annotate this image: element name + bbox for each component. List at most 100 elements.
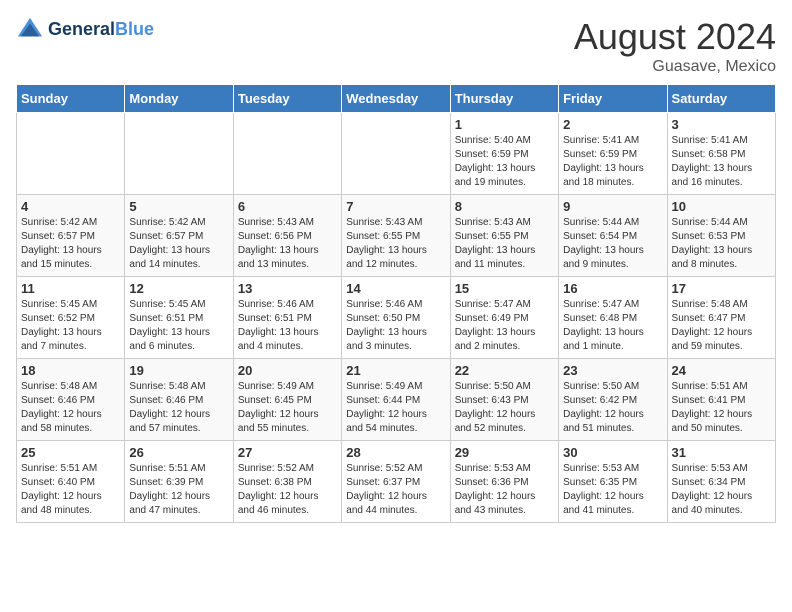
day-info: Sunrise: 5:48 AM Sunset: 6:46 PM Dayligh… <box>129 380 228 436</box>
day-number: 5 <box>129 199 228 214</box>
day-number: 9 <box>563 199 662 214</box>
day-info: Sunrise: 5:45 AM Sunset: 6:52 PM Dayligh… <box>21 298 120 354</box>
day-number: 25 <box>21 445 120 460</box>
logo-text-line1: GeneralBlue <box>48 20 154 40</box>
day-info: Sunrise: 5:44 AM Sunset: 6:54 PM Dayligh… <box>563 216 662 272</box>
day-info: Sunrise: 5:42 AM Sunset: 6:57 PM Dayligh… <box>129 216 228 272</box>
header: GeneralBlue August 2024 Guasave, Mexico <box>16 16 776 76</box>
day-number: 11 <box>21 281 120 296</box>
day-number: 22 <box>455 363 554 378</box>
day-number: 3 <box>672 117 771 132</box>
day-info: Sunrise: 5:53 AM Sunset: 6:34 PM Dayligh… <box>672 462 771 518</box>
day-info: Sunrise: 5:45 AM Sunset: 6:51 PM Dayligh… <box>129 298 228 354</box>
table-row: 6Sunrise: 5:43 AM Sunset: 6:56 PM Daylig… <box>233 195 341 277</box>
table-row: 25 Sunrise: 5:51 AM Sunset: 6:40 PM Dayli… <box>17 441 125 523</box>
day-info: Sunrise: 5:52 AM Sunset: 6:37 PM Dayligh… <box>346 462 445 518</box>
day-number: 12 <box>129 281 228 296</box>
day-info: Sunrise: 5:40 AM Sunset: 6:59 PM Dayligh… <box>455 134 554 190</box>
logo: GeneralBlue <box>16 16 154 44</box>
table-row: 9 Sunrise: 5:44 AM Sunset: 6:54 PM Daylig… <box>559 195 667 277</box>
header-friday: Friday <box>559 85 667 113</box>
table-row: 10 Sunrise: 5:44 AM Sunset: 6:53 PM Dayli… <box>667 195 775 277</box>
week-row-4: 18 Sunrise: 5:48 AM Sunset: 6:46 PM Dayli… <box>17 359 776 441</box>
day-info: Sunrise: 5:51 AM Sunset: 6:39 PM Dayligh… <box>129 462 228 518</box>
table-row: 4 Sunrise: 5:42 AM Sunset: 6:57 PM Daylig… <box>17 195 125 277</box>
day-info: Sunrise: 5:46 AM Sunset: 6:51 PM Dayligh… <box>238 298 337 354</box>
day-number: 20 <box>238 363 337 378</box>
table-row: 12 Sunrise: 5:45 AM Sunset: 6:51 PM Dayli… <box>125 277 233 359</box>
title-area: August 2024 Guasave, Mexico <box>574 16 776 76</box>
table-row: 5 Sunrise: 5:42 AM Sunset: 6:57 PM Daylig… <box>125 195 233 277</box>
day-info: Sunrise: 5:47 AM Sunset: 6:48 PM Dayligh… <box>563 298 662 354</box>
table-row: 3 Sunrise: 5:41 AM Sunset: 6:58 PM Daylig… <box>667 113 775 195</box>
day-number: 1 <box>455 117 554 132</box>
day-info: Sunrise: 5:50 AM Sunset: 6:42 PM Dayligh… <box>563 380 662 436</box>
day-number: 16 <box>563 281 662 296</box>
table-row <box>233 113 341 195</box>
table-row: 31 Sunrise: 5:53 AM Sunset: 6:34 PM Dayli… <box>667 441 775 523</box>
table-row: 20 Sunrise: 5:49 AM Sunset: 6:45 PM Dayli… <box>233 359 341 441</box>
table-row: 21Sunrise: 5:49 AM Sunset: 6:44 PM Dayli… <box>342 359 450 441</box>
day-number: 28 <box>346 445 445 460</box>
day-number: 19 <box>129 363 228 378</box>
table-row: 22 Sunrise: 5:50 AM Sunset: 6:43 PM Dayli… <box>450 359 558 441</box>
table-row <box>125 113 233 195</box>
day-info: Sunrise: 5:48 AM Sunset: 6:47 PM Dayligh… <box>672 298 771 354</box>
day-number: 23 <box>563 363 662 378</box>
day-info: Sunrise: 5:51 AM Sunset: 6:41 PM Dayligh… <box>672 380 771 436</box>
day-info: Sunrise: 5:41 AM Sunset: 6:59 PM Dayligh… <box>563 134 662 190</box>
table-row: 1 Sunrise: 5:40 AM Sunset: 6:59 PM Daylig… <box>450 113 558 195</box>
day-info: Sunrise: 5:43 AM Sunset: 6:55 PM Dayligh… <box>455 216 554 272</box>
day-info: Sunrise: 5:49 AM Sunset: 6:44 PM Dayligh… <box>346 380 445 436</box>
month-title: August 2024 <box>574 16 776 58</box>
logo-icon <box>16 16 44 44</box>
day-number: 17 <box>672 281 771 296</box>
week-row-2: 4 Sunrise: 5:42 AM Sunset: 6:57 PM Daylig… <box>17 195 776 277</box>
header-thursday: Thursday <box>450 85 558 113</box>
day-info: Sunrise: 5:42 AM Sunset: 6:57 PM Dayligh… <box>21 216 120 272</box>
day-info: Sunrise: 5:53 AM Sunset: 6:36 PM Dayligh… <box>455 462 554 518</box>
day-number: 31 <box>672 445 771 460</box>
day-number: 30 <box>563 445 662 460</box>
header-saturday: Saturday <box>667 85 775 113</box>
header-monday: Monday <box>125 85 233 113</box>
table-row: 28 Sunrise: 5:52 AM Sunset: 6:37 PM Dayli… <box>342 441 450 523</box>
day-info: Sunrise: 5:41 AM Sunset: 6:58 PM Dayligh… <box>672 134 771 190</box>
day-number: 29 <box>455 445 554 460</box>
day-number: 13 <box>238 281 337 296</box>
table-row: 2 Sunrise: 5:41 AM Sunset: 6:59 PM Daylig… <box>559 113 667 195</box>
header-sunday: Sunday <box>17 85 125 113</box>
day-info: Sunrise: 5:46 AM Sunset: 6:50 PM Dayligh… <box>346 298 445 354</box>
day-info: Sunrise: 5:43 AM Sunset: 6:56 PM Dayligh… <box>238 216 337 272</box>
calendar-table: Sunday Monday Tuesday Wednesday Thursday… <box>16 84 776 523</box>
day-number: 10 <box>672 199 771 214</box>
day-info: Sunrise: 5:44 AM Sunset: 6:53 PM Dayligh… <box>672 216 771 272</box>
day-number: 18 <box>21 363 120 378</box>
day-info: Sunrise: 5:47 AM Sunset: 6:49 PM Dayligh… <box>455 298 554 354</box>
table-row: 24 Sunrise: 5:51 AM Sunset: 6:41 PM Dayli… <box>667 359 775 441</box>
days-header-row: Sunday Monday Tuesday Wednesday Thursday… <box>17 85 776 113</box>
table-row: 18 Sunrise: 5:48 AM Sunset: 6:46 PM Dayli… <box>17 359 125 441</box>
table-row: 14Sunrise: 5:46 AM Sunset: 6:50 PM Dayli… <box>342 277 450 359</box>
location: Guasave, Mexico <box>574 58 776 76</box>
day-info: Sunrise: 5:49 AM Sunset: 6:45 PM Dayligh… <box>238 380 337 436</box>
day-number: 27 <box>238 445 337 460</box>
day-info: Sunrise: 5:51 AM Sunset: 6:40 PM Dayligh… <box>21 462 120 518</box>
day-info: Sunrise: 5:48 AM Sunset: 6:46 PM Dayligh… <box>21 380 120 436</box>
table-row <box>17 113 125 195</box>
week-row-5: 25 Sunrise: 5:51 AM Sunset: 6:40 PM Dayli… <box>17 441 776 523</box>
header-tuesday: Tuesday <box>233 85 341 113</box>
day-number: 24 <box>672 363 771 378</box>
table-row: 30Sunrise: 5:53 AM Sunset: 6:35 PM Dayli… <box>559 441 667 523</box>
day-info: Sunrise: 5:52 AM Sunset: 6:38 PM Dayligh… <box>238 462 337 518</box>
table-row: 8 Sunrise: 5:43 AM Sunset: 6:55 PM Daylig… <box>450 195 558 277</box>
day-info: Sunrise: 5:50 AM Sunset: 6:43 PM Dayligh… <box>455 380 554 436</box>
table-row <box>342 113 450 195</box>
table-row: 26Sunrise: 5:51 AM Sunset: 6:39 PM Dayli… <box>125 441 233 523</box>
table-row: 11 Sunrise: 5:45 AM Sunset: 6:52 PM Dayli… <box>17 277 125 359</box>
day-number: 4 <box>21 199 120 214</box>
day-number: 2 <box>563 117 662 132</box>
table-row: 19 Sunrise: 5:48 AM Sunset: 6:46 PM Dayli… <box>125 359 233 441</box>
day-number: 8 <box>455 199 554 214</box>
table-row: 27 Sunrise: 5:52 AM Sunset: 6:38 PM Dayli… <box>233 441 341 523</box>
